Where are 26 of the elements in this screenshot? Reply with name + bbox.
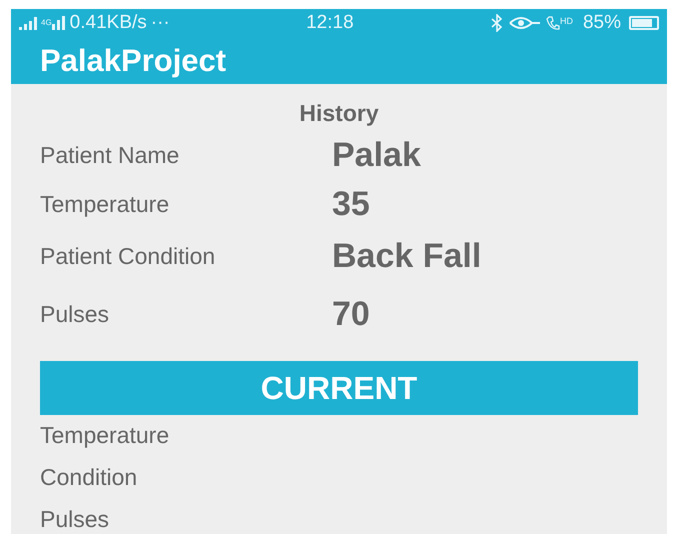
signal-icon: [52, 16, 66, 30]
network-label: 4G: [41, 17, 52, 29]
battery-icon: [629, 16, 659, 30]
field-value: 35: [332, 184, 370, 225]
section-banner: CURRENT: [40, 360, 638, 414]
field-value: Palak: [332, 135, 421, 176]
field-value: Back Fall: [332, 236, 482, 277]
signal-icon: [19, 16, 39, 30]
phone-icon: [546, 15, 560, 32]
field-label: Condition: [40, 463, 138, 492]
clock-time: 12:18: [306, 11, 354, 35]
field-value: 70: [332, 294, 370, 335]
field-label: Patient Name: [40, 141, 180, 170]
more-indicator: ···: [150, 11, 170, 35]
field-label: Patient Condition: [40, 242, 216, 272]
hd-label: HD: [560, 15, 573, 28]
eye-icon: [508, 15, 542, 32]
section-title: History: [299, 99, 379, 128]
field-label: Pulses: [40, 505, 110, 534]
bluetooth-icon: [490, 14, 504, 32]
network-speed: 0.41KB/s: [70, 11, 147, 35]
battery-percent: 85%: [582, 11, 621, 35]
field-label: Temperature: [40, 190, 170, 220]
field-label: Temperature: [40, 421, 170, 450]
app-title: PalakProject: [40, 42, 226, 80]
field-label: Pulses: [40, 300, 110, 330]
